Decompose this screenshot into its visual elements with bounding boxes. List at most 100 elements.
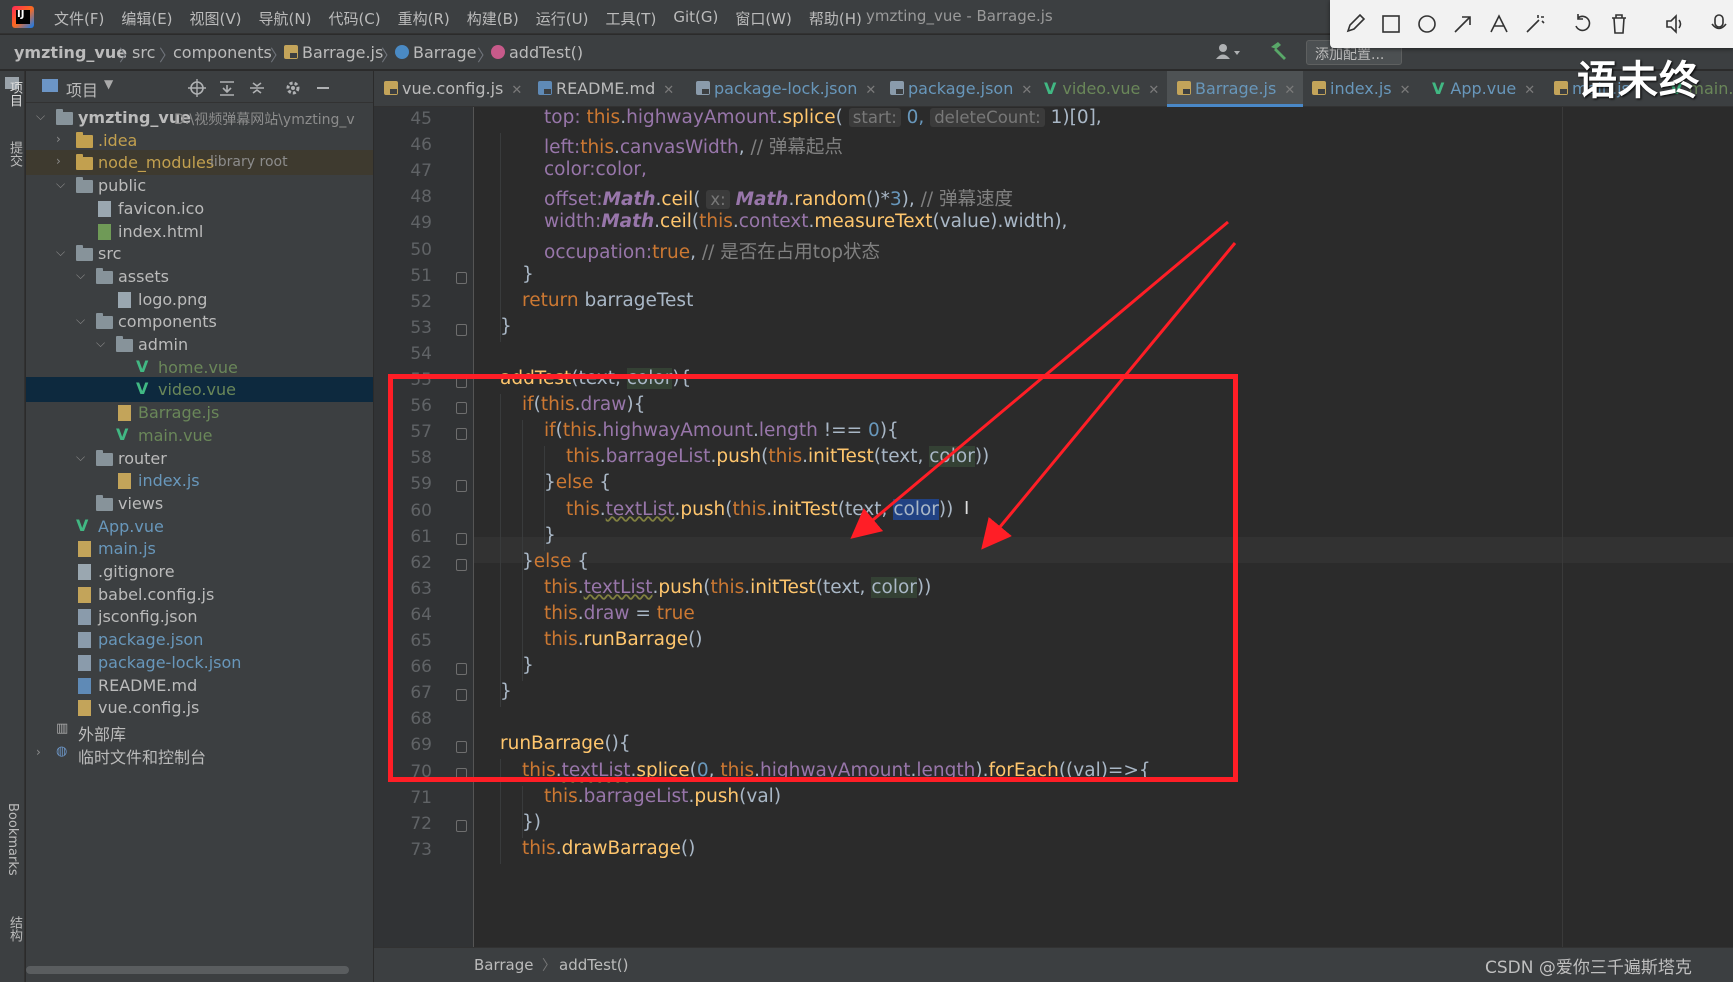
menu-edit[interactable]: 编辑(E) xyxy=(121,8,172,29)
menu-build[interactable]: 构建(B) xyxy=(467,8,519,29)
breadcrumb-components[interactable]: components xyxy=(173,43,272,62)
tab-readme-md[interactable]: README.md ✕ xyxy=(538,71,674,107)
code-line[interactable]: this.barrageList.push(val) xyxy=(544,786,781,812)
fold-marker-icon[interactable] xyxy=(456,271,467,284)
mic-icon[interactable] xyxy=(1708,13,1730,35)
tree-item[interactable]: Vvideo.vue xyxy=(26,377,373,403)
code-line[interactable]: }) xyxy=(522,812,541,838)
chevron-down-icon[interactable]: ⌵ xyxy=(76,313,85,328)
undo-icon[interactable] xyxy=(1572,13,1594,35)
chevron-down-icon[interactable]: ⌵ xyxy=(76,450,85,465)
tab-barrage-js[interactable]: Barrage.js ✕ xyxy=(1167,71,1304,107)
tab-vue-config-js[interactable]: vue.config.js ✕ xyxy=(384,71,522,107)
menu-tools[interactable]: 工具(T) xyxy=(605,8,656,29)
chevron-down-icon[interactable]: ⌵ xyxy=(36,109,45,124)
menu-navigate[interactable]: 导航(N) xyxy=(259,8,312,29)
tree-item[interactable]: jsconfig.json xyxy=(26,604,373,629)
chevron-right-icon[interactable]: › xyxy=(56,132,61,146)
tree-item[interactable]: ⌵ assets xyxy=(26,264,373,289)
menu-run[interactable]: 运行(U) xyxy=(536,8,589,29)
gear-icon[interactable] xyxy=(284,79,302,97)
tree-item[interactable]: › node_modules library root xyxy=(26,150,373,176)
project-tool-tab[interactable]: 项目 xyxy=(5,81,24,107)
status-crumb-class[interactable]: Barrage xyxy=(474,956,534,974)
locate-icon[interactable] xyxy=(188,79,206,97)
tree-item[interactable]: ⌵ admin xyxy=(26,332,373,357)
user-icon[interactable] xyxy=(1215,43,1241,61)
horizontal-scrollbar[interactable] xyxy=(26,966,349,974)
chevron-down-icon[interactable]: ⌵ xyxy=(96,336,105,351)
arrow-icon[interactable] xyxy=(1452,13,1474,35)
app-logo-icon[interactable]: IJ xyxy=(12,6,34,28)
tree-item[interactable]: V App.vue xyxy=(26,514,373,539)
hide-panel-icon[interactable] xyxy=(314,79,332,97)
chevron-right-icon[interactable]: › xyxy=(56,154,61,168)
close-icon[interactable]: ✕ xyxy=(663,83,674,98)
code-line[interactable]: } xyxy=(522,264,534,290)
breadcrumb-method[interactable]: addTest() xyxy=(491,43,583,62)
code-line[interactable]: offset:Math.ceil( x: Math.random()*3), /… xyxy=(544,185,1013,211)
menu-file[interactable]: 文件(F) xyxy=(54,8,104,29)
tree-item[interactable]: favicon.ico xyxy=(26,196,373,221)
close-icon[interactable]: ✕ xyxy=(511,83,522,98)
fold-marker-icon[interactable] xyxy=(456,819,467,832)
close-icon[interactable]: ✕ xyxy=(1284,83,1295,98)
menu-view[interactable]: 视图(V) xyxy=(190,8,242,29)
tree-item[interactable]: views xyxy=(26,491,373,516)
tree-item[interactable]: babel.config.js xyxy=(26,582,373,607)
tab-video-vue[interactable]: Vvideo.vue ✕ xyxy=(1044,71,1159,107)
close-icon[interactable]: ✕ xyxy=(1400,83,1411,98)
code-line[interactable]: top: this.highwayAmount.splice( start: 0… xyxy=(544,107,1102,133)
tree-item[interactable]: Vmain.vue xyxy=(26,423,373,448)
project-panel-title[interactable]: 项目 xyxy=(66,77,98,101)
menu-window[interactable]: 窗口(W) xyxy=(735,8,792,29)
tree-item[interactable]: README.md xyxy=(26,673,373,698)
magic-icon[interactable] xyxy=(1524,13,1546,35)
code-line[interactable]: return barrageTest xyxy=(522,290,693,316)
tree-item[interactable]: ⌵ src xyxy=(26,241,373,266)
tree-item[interactable]: logo.png xyxy=(26,287,373,312)
collapse-all-icon[interactable] xyxy=(248,79,266,97)
code-line[interactable]: } xyxy=(500,316,512,342)
code-line[interactable]: occupation:true, // 是否在占用top状态 xyxy=(544,238,880,264)
tree-item[interactable]: ⌵ router xyxy=(26,446,373,471)
chevron-right-icon[interactable]: › xyxy=(36,745,41,759)
speaker-icon[interactable] xyxy=(1664,13,1686,35)
tree-item[interactable]: vue.config.js xyxy=(26,695,373,720)
status-crumb-method[interactable]: addTest() xyxy=(559,956,628,974)
tree-item[interactable]: ▥ 外部库 xyxy=(26,718,373,744)
breadcrumb-file[interactable]: Barrage.js xyxy=(284,43,383,62)
commit-tool-tab[interactable]: 提交 xyxy=(5,141,24,167)
chevron-down-icon[interactable]: ▼ xyxy=(104,77,113,91)
tree-item[interactable]: package.json xyxy=(26,627,373,652)
tab-package-json[interactable]: package.json ✕ xyxy=(890,71,1032,107)
fold-marker-icon[interactable] xyxy=(456,323,467,336)
text-icon[interactable] xyxy=(1488,13,1510,35)
code-line[interactable]: this.drawBarrage() xyxy=(522,838,695,864)
breadcrumb-class[interactable]: Barrage xyxy=(395,43,476,62)
tree-item[interactable]: Vhome.vue xyxy=(26,355,373,380)
tree-item[interactable]: Barrage.js xyxy=(26,400,373,425)
tree-item[interactable]: .gitignore xyxy=(26,559,373,584)
tab-app-vue[interactable]: V App.vue ✕ xyxy=(1432,71,1535,107)
tree-item[interactable]: package-lock.json xyxy=(26,650,373,675)
breadcrumb-src[interactable]: src xyxy=(132,43,155,62)
close-icon[interactable]: ✕ xyxy=(865,83,876,98)
tree-item[interactable]: › ◍ 临时文件和控制台 xyxy=(26,741,373,767)
expand-all-icon[interactable] xyxy=(218,79,236,97)
tree-item[interactable]: ⌵ components xyxy=(26,309,373,334)
code-line[interactable]: left:this.canvasWidth, // 弹幕起点 xyxy=(544,133,843,159)
tree-item[interactable]: index.js xyxy=(26,468,373,493)
menu-git[interactable]: Git(G) xyxy=(673,8,718,29)
code-line[interactable]: color:color, xyxy=(544,159,647,185)
trash-icon[interactable] xyxy=(1608,13,1630,35)
menu-help[interactable]: 帮助(H) xyxy=(809,8,862,29)
menu-code[interactable]: 代码(C) xyxy=(328,8,380,29)
tab-package-lock-json[interactable]: package-lock.json ✕ xyxy=(696,71,876,107)
pencil-icon[interactable] xyxy=(1344,13,1366,35)
bookmarks-tool-tab[interactable]: Bookmarks xyxy=(5,803,20,876)
menu-refactor[interactable]: 重构(R) xyxy=(398,8,450,29)
chevron-down-icon[interactable]: ⌵ xyxy=(56,245,65,260)
breadcrumb-project[interactable]: ymzting_vue xyxy=(14,43,127,62)
close-icon[interactable]: ✕ xyxy=(1148,83,1159,98)
